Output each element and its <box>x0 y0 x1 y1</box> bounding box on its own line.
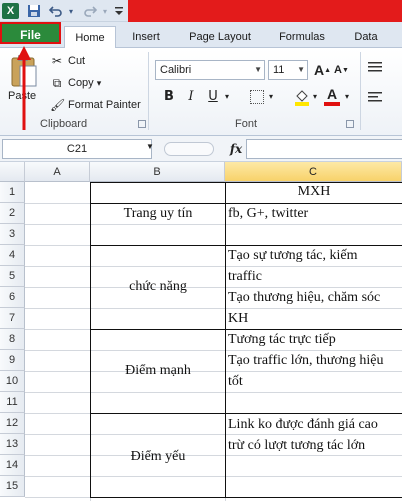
chevron-down-icon: ▼ <box>297 65 305 74</box>
title-bar: X ▾ ▾ <box>0 0 402 22</box>
row-header[interactable]: 2 <box>0 203 25 224</box>
row-header[interactable]: 10 <box>0 371 25 392</box>
cut-button[interactable]: ✂ Cut <box>50 54 85 68</box>
font-size-select[interactable]: 11 ▼ <box>268 60 308 80</box>
underline-dropdown-icon[interactable]: ▾ <box>222 88 232 106</box>
font-color-swatch <box>324 102 340 106</box>
row-header[interactable]: 4 <box>0 245 25 266</box>
cell-c4-line2[interactable]: traffic <box>228 269 262 285</box>
clipboard-group-label: Clipboard <box>40 118 88 130</box>
formula-input[interactable] <box>246 139 402 159</box>
align-top-icon[interactable] <box>368 62 382 74</box>
redo-dropdown-icon[interactable]: ▾ <box>100 3 110 19</box>
row-header[interactable]: 7 <box>0 308 25 329</box>
tab-home[interactable]: Home <box>64 26 116 48</box>
format-painter-label: Format Painter <box>68 99 141 111</box>
column-header-b[interactable]: B <box>90 162 225 182</box>
cell-b12[interactable]: Điểm yếu <box>91 449 225 465</box>
font-color-icon: A <box>326 86 338 102</box>
name-box[interactable]: C21 <box>2 139 152 159</box>
scissors-icon: ✂ <box>51 54 63 68</box>
copy-button[interactable]: ⧉ Copy ▾ <box>50 76 102 90</box>
excel-logo-icon[interactable]: X <box>2 3 19 19</box>
ribbon-separator <box>360 52 361 130</box>
worksheet-grid[interactable]: A B C 1 2 3 4 5 6 7 8 9 10 11 12 13 14 1… <box>0 162 402 501</box>
tab-data[interactable]: Data <box>346 26 386 48</box>
tab-insert[interactable]: Insert <box>124 26 168 48</box>
font-family-select[interactable]: Calibri ▼ <box>155 60 265 80</box>
tab-file[interactable]: File <box>0 22 61 44</box>
chevron-down-icon: ▼ <box>254 65 262 74</box>
column-header-a[interactable]: A <box>25 162 90 182</box>
underline-button[interactable]: U <box>204 88 222 106</box>
table-column-divider <box>225 182 226 498</box>
redo-icon[interactable] <box>82 3 98 19</box>
paintbrush-icon: 🖌 <box>50 98 66 112</box>
ribbon-separator <box>148 52 149 130</box>
cell-c4-line4[interactable]: KH <box>228 311 248 327</box>
undo-icon[interactable] <box>48 3 64 19</box>
row-header[interactable]: 3 <box>0 224 25 245</box>
ribbon-home: Paste ✂ Cut ⧉ Copy ▾ 🖌 Format Painter Cl… <box>0 46 402 136</box>
name-box-dropdown-icon[interactable]: ▼ <box>146 142 154 151</box>
pointer-arrow-icon <box>17 46 31 130</box>
format-painter-button[interactable]: 🖌 Format Painter <box>50 98 141 112</box>
borders-dropdown-icon[interactable]: ▾ <box>266 88 276 106</box>
cell-c2[interactable]: fb, G+, twitter <box>228 206 308 222</box>
row-header[interactable]: 1 <box>0 182 25 203</box>
customize-toolbar-icon[interactable] <box>114 3 124 19</box>
italic-button[interactable]: I <box>182 88 200 106</box>
font-group-label: Font <box>235 118 258 130</box>
cell-c8-line2[interactable]: Tạo traffic lớn, thương hiệu <box>228 353 383 369</box>
ribbon-tabs: File Home Insert Page Layout Formulas Da… <box>0 22 402 48</box>
copy-icon: ⧉ <box>52 76 62 90</box>
borders-icon[interactable] <box>250 90 264 104</box>
row-header[interactable]: 5 <box>0 266 25 287</box>
cell-b4[interactable]: chức năng <box>91 279 225 295</box>
font-color-dropdown-icon[interactable]: ▾ <box>342 88 352 106</box>
row-header[interactable]: 14 <box>0 455 25 476</box>
cell-c4-line3[interactable]: Tạo thương hiệu, chăm sóc <box>228 290 380 306</box>
cell-c1[interactable]: MXH <box>226 184 402 200</box>
shrink-font-button[interactable]: A ▼ <box>334 64 349 76</box>
insert-function-icon[interactable]: fx <box>226 139 246 159</box>
bold-button[interactable]: B <box>160 88 178 106</box>
select-all-corner[interactable] <box>0 162 25 182</box>
font-family-value: Calibri <box>160 64 192 76</box>
paint-bucket-icon <box>295 90 309 106</box>
row-header[interactable]: 11 <box>0 392 25 413</box>
row-header[interactable]: 12 <box>0 413 25 434</box>
cell-c8-line1[interactable]: Tương tác trực tiếp <box>228 332 336 348</box>
tab-formulas[interactable]: Formulas <box>270 26 334 48</box>
cell-b2[interactable]: Trang uy tín <box>91 206 225 222</box>
column-header-c[interactable]: C <box>225 162 402 182</box>
copy-dropdown-icon[interactable]: ▾ <box>97 78 102 89</box>
undo-dropdown-icon[interactable]: ▾ <box>66 3 76 19</box>
save-icon[interactable] <box>26 3 42 19</box>
font-launcher-icon[interactable] <box>346 120 354 128</box>
fill-color-dropdown-icon[interactable]: ▾ <box>310 88 320 106</box>
row-header[interactable]: 9 <box>0 350 25 371</box>
row-header[interactable]: 8 <box>0 329 25 350</box>
title-highlight <box>128 0 402 22</box>
copy-label: Copy <box>68 77 94 89</box>
row-header[interactable]: 6 <box>0 287 25 308</box>
cell-c4-line1[interactable]: Tạo sự tương tác, kiếm <box>228 248 358 264</box>
font-color-button[interactable]: A <box>324 86 340 106</box>
clipboard-launcher-icon[interactable] <box>138 120 146 128</box>
fill-color-button[interactable] <box>294 88 310 106</box>
cell-c12-line2[interactable]: trừ có lượt tương tác lớn <box>228 438 365 454</box>
row-header[interactable]: 15 <box>0 476 25 497</box>
row-header[interactable]: 13 <box>0 434 25 455</box>
cut-label: Cut <box>68 55 86 67</box>
tab-page-layout[interactable]: Page Layout <box>180 26 260 48</box>
grow-font-button[interactable]: A ▲ <box>314 62 331 78</box>
cell-c8-line3[interactable]: tốt <box>228 374 243 390</box>
formula-bar-resize-handle[interactable] <box>164 142 214 156</box>
formula-bar: C21 ▼ fx <box>0 136 402 162</box>
align-left-icon[interactable] <box>368 92 382 104</box>
cell-b8[interactable]: Điểm mạnh <box>91 363 225 379</box>
cell-c12-line1[interactable]: Link ko được đánh giá cao <box>228 417 378 433</box>
font-size-value: 11 <box>273 64 285 76</box>
